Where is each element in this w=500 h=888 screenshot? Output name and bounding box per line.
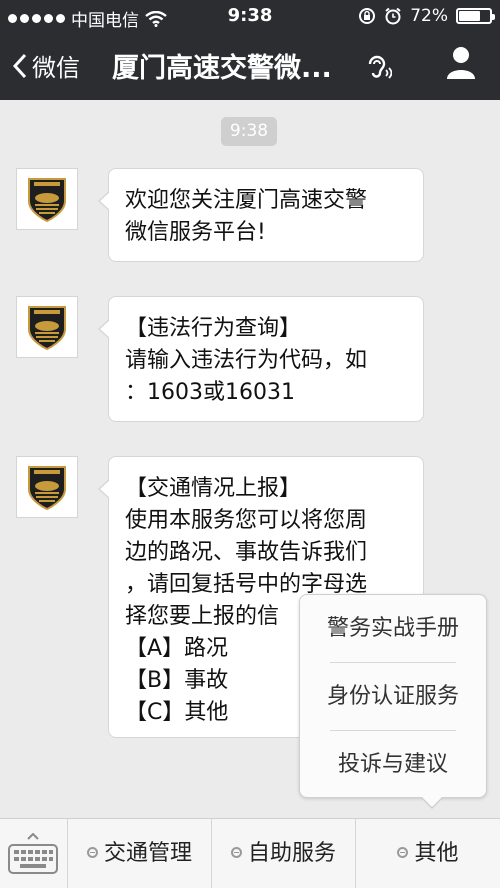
ear-icon[interactable] — [366, 52, 392, 82]
rotation-lock-icon — [359, 8, 376, 24]
message-line: ：1603或16031 — [125, 380, 295, 405]
menu-item-police-handbook[interactable]: 警务实战手册 — [300, 595, 486, 662]
message-line: 请输入违法行为代码，如 — [125, 348, 368, 373]
avatar[interactable] — [16, 296, 78, 358]
bottom-menu-bar: 交通管理 自助服务 其他 — [0, 818, 500, 888]
avatar[interactable] — [16, 168, 78, 230]
back-label: 微信 — [32, 54, 80, 82]
menu-item-complaints[interactable]: 投诉与建议 — [300, 731, 486, 798]
police-badge-icon — [28, 306, 66, 351]
menu-bullet-icon — [86, 846, 98, 858]
submenu-popup: 警务实战手册 身份认证服务 投诉与建议 — [299, 594, 487, 809]
message-line: 使用本服务您可以将您周 — [125, 508, 368, 533]
menu-bullet-icon — [230, 846, 242, 858]
alarm-icon — [385, 7, 401, 25]
status-right: 72% — [358, 6, 495, 26]
menu-bullet-icon — [397, 846, 409, 858]
page-title: 厦门高速交警微... — [112, 53, 332, 84]
menu-button-label: 自助服务 — [247, 841, 336, 866]
police-badge-icon — [28, 178, 66, 223]
menu-button-other[interactable]: 其他 — [356, 819, 500, 888]
back-button[interactable]: 微信 — [12, 48, 80, 83]
message-bubble[interactable]: 欢迎您关注厦门高速交警 微信服务平台! — [98, 168, 424, 262]
battery-percent: 72% — [410, 6, 448, 26]
menu-item-identity-auth[interactable]: 身份认证服务 — [300, 663, 486, 730]
avatar[interactable] — [16, 456, 78, 518]
menu-button-self-service[interactable]: 自助服务 — [212, 819, 356, 888]
message-bubble[interactable]: 【违法行为查询】 请输入违法行为代码，如 ：1603或16031 — [98, 296, 424, 422]
user-profile-icon[interactable] — [446, 46, 476, 80]
navigation-bar: 微信 厦门高速交警微... — [0, 32, 500, 100]
battery-icon — [456, 8, 495, 24]
menu-button-label: 其他 — [414, 841, 459, 866]
menu-button-traffic-management[interactable]: 交通管理 — [68, 819, 212, 888]
message-line: 边的路况、事故告诉我们 — [125, 540, 368, 565]
message-line: 欢迎您关注厦门高速交警 — [125, 188, 368, 213]
chevron-left-icon — [12, 53, 27, 78]
menu-button-label: 交通管理 — [103, 841, 192, 866]
keyboard-icon — [8, 833, 58, 874]
status-bar: 中国电信 9:38 72% — [0, 0, 500, 32]
message-line: 【违法行为查询】 — [125, 316, 302, 341]
chat-timestamp: 9:38 — [221, 117, 277, 146]
police-badge-icon — [28, 466, 66, 511]
message-line: 【交通情况上报】 — [125, 476, 302, 501]
message-line: 微信服务平台! — [125, 220, 266, 245]
keyboard-toggle-button[interactable] — [0, 819, 68, 888]
